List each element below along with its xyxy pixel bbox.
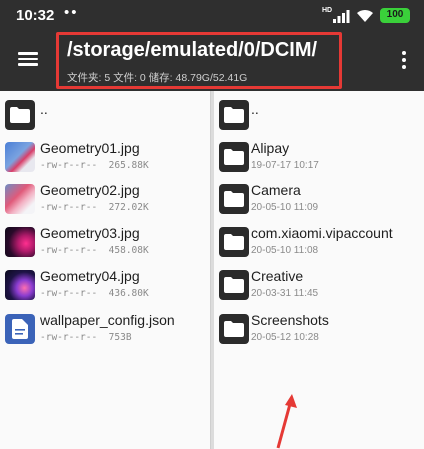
folder-name: Camera (251, 182, 301, 198)
folder-item[interactable]: Alipay 19-07-17 10:17 (214, 137, 424, 177)
folder-name: Creative (251, 268, 304, 284)
menu-icon[interactable] (16, 49, 42, 71)
folder-date: 20-03-31 11:45 (251, 288, 319, 299)
image-thumbnail-icon (5, 142, 35, 172)
parent-directory-item[interactable]: .. (0, 95, 210, 135)
status-icons: HD 100 (322, 7, 410, 23)
folder-icon (219, 100, 249, 130)
folder-name: Screenshots (251, 312, 329, 328)
file-name: Geometry03.jpg (40, 225, 140, 241)
path-title: /storage/emulated/0/DCIM/ (67, 39, 318, 61)
folder-item[interactable]: Screenshots 20-05-12 10:28 (214, 309, 424, 349)
file-item[interactable]: wallpaper_config.json -rw-r--r-- 753B (0, 309, 210, 349)
path-stats: 文件夹: 5 文件: 0 储存: 48.79G/52.41G (67, 72, 248, 84)
folder-item[interactable]: Camera 20-05-10 11:09 (214, 179, 424, 219)
folder-date: 19-07-17 10:17 (251, 160, 319, 171)
document-icon (5, 314, 35, 344)
folder-name: com.xiaomi.vipaccount (251, 225, 393, 241)
folder-date: 20-05-10 11:09 (251, 202, 319, 213)
wifi-icon (357, 9, 373, 22)
file-meta: -rw-r--r-- 272.02K (40, 202, 149, 213)
battery-indicator: 100 (380, 8, 410, 23)
file-item[interactable]: Geometry04.jpg -rw-r--r-- 436.80K (0, 265, 210, 305)
status-time: 10:32 (16, 7, 55, 24)
folder-icon (219, 314, 249, 344)
file-item[interactable]: Geometry01.jpg -rw-r--r-- 265.88K (0, 137, 210, 177)
file-meta: -rw-r--r-- 753B (40, 332, 132, 343)
notification-dots: •• (64, 4, 79, 21)
status-bar: 10:32 •• HD 100 (0, 0, 424, 30)
folder-icon (219, 184, 249, 214)
folder-name: Alipay (251, 140, 290, 156)
file-meta: -rw-r--r-- 265.88K (40, 160, 149, 171)
current-path-header[interactable]: /storage/emulated/0/DCIM/ 文件夹: 5 文件: 0 储… (56, 32, 342, 89)
folder-item[interactable]: Creative 20-03-31 11:45 (214, 265, 424, 305)
image-thumbnail-icon (5, 184, 35, 214)
file-name: Geometry02.jpg (40, 182, 140, 198)
app-bar: /storage/emulated/0/DCIM/ 文件夹: 5 文件: 0 储… (0, 30, 424, 91)
right-file-pane[interactable]: .. Alipay 19-07-17 10:17 Camera 20-05-10… (214, 91, 424, 449)
left-file-pane[interactable]: .. Geometry01.jpg -rw-r--r-- 265.88K Geo… (0, 91, 210, 449)
image-thumbnail-icon (5, 227, 35, 257)
parent-directory-item[interactable]: .. (214, 95, 424, 135)
file-meta: -rw-r--r-- 458.08K (40, 245, 149, 256)
folder-icon (219, 270, 249, 300)
file-item[interactable]: Geometry03.jpg -rw-r--r-- 458.08K (0, 222, 210, 262)
file-name: wallpaper_config.json (40, 312, 175, 328)
network-type-label: HD (322, 6, 333, 14)
folder-icon (219, 142, 249, 172)
file-name: Geometry04.jpg (40, 268, 140, 284)
annotation-arrow-icon (276, 394, 297, 449)
folder-icon (5, 100, 35, 130)
signal-icon: HD (322, 7, 350, 23)
parent-directory-label: .. (251, 101, 259, 117)
more-options-icon[interactable] (398, 48, 410, 72)
file-meta: -rw-r--r-- 436.80K (40, 288, 149, 299)
image-thumbnail-icon (5, 270, 35, 300)
file-item[interactable]: Geometry02.jpg -rw-r--r-- 272.02K (0, 179, 210, 219)
folder-date: 20-05-10 11:08 (251, 245, 319, 256)
file-name: Geometry01.jpg (40, 140, 140, 156)
parent-directory-label: .. (40, 101, 48, 117)
folder-item[interactable]: com.xiaomi.vipaccount 20-05-10 11:08 (214, 222, 424, 262)
folder-icon (219, 227, 249, 257)
folder-date: 20-05-12 10:28 (251, 332, 319, 343)
